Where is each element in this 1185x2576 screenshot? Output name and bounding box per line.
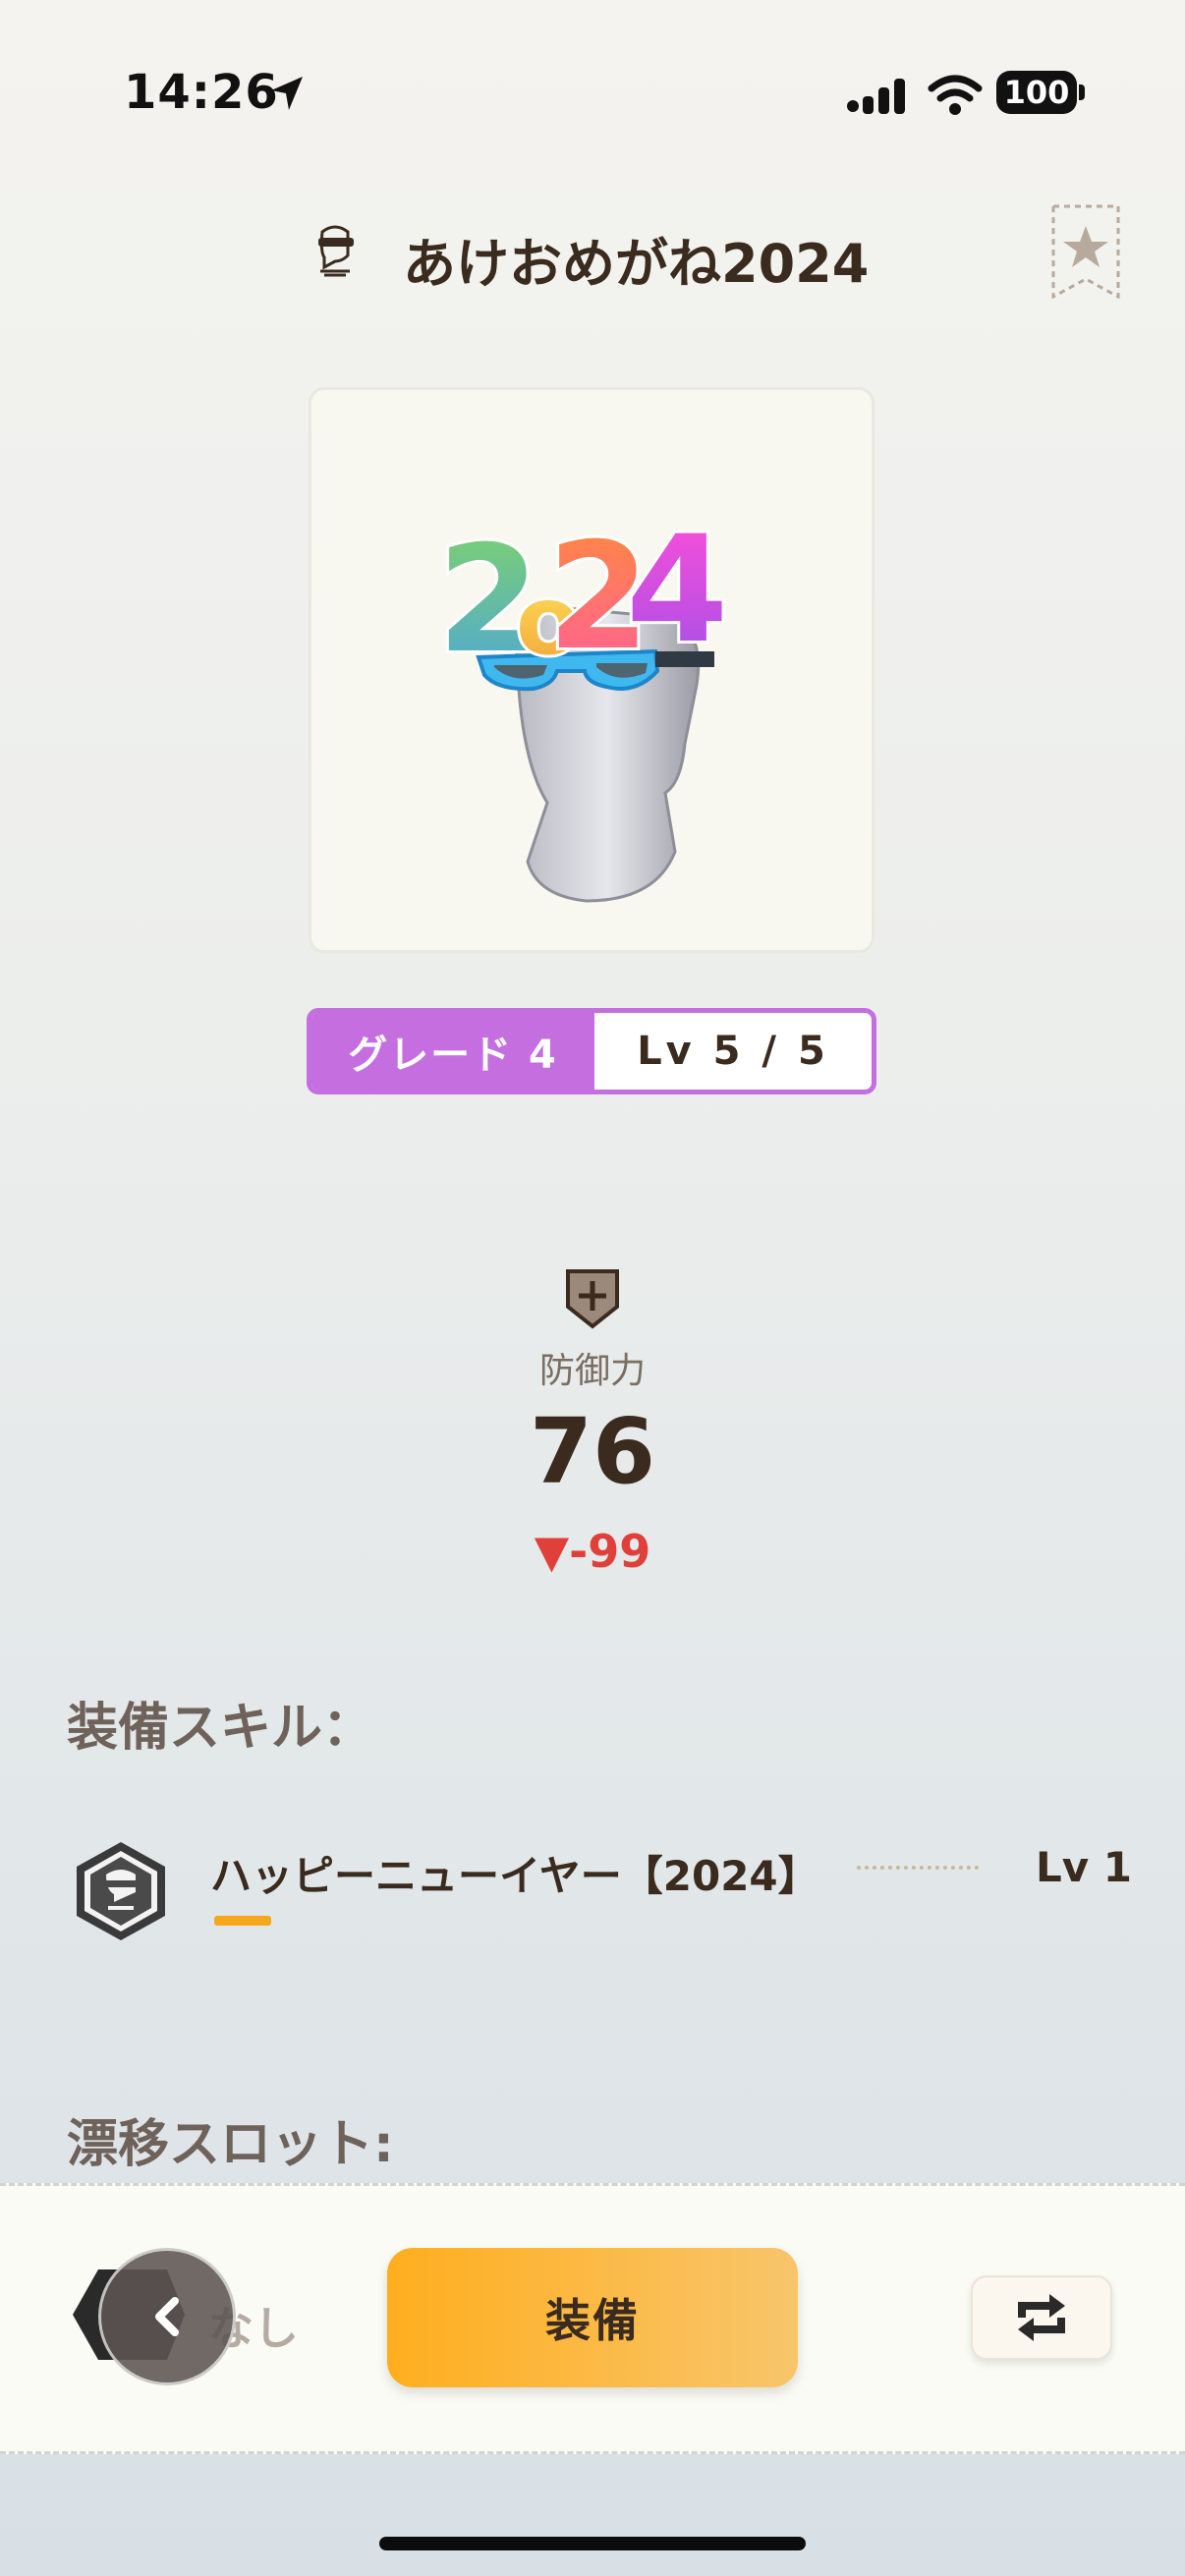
status-time: 14:26 — [124, 65, 279, 120]
level-label: Lv 5 / 5 — [637, 1029, 829, 1074]
skill-hexagon-badge-icon — [77, 1842, 165, 1940]
grade-label: グレード 4 — [311, 1013, 594, 1090]
stat-value: 76 — [529, 1399, 656, 1504]
swap-button[interactable] — [971, 2275, 1112, 2360]
grade-level-bar: グレード 4 Lv 5 / 5 — [307, 1008, 876, 1094]
equip-button[interactable]: 装備 — [387, 2248, 798, 2387]
slots-section-label: 漂移スロット: — [67, 2115, 394, 2174]
cellular-signal-icon — [847, 79, 905, 114]
item-image-card: 2 o 2 4 — [309, 387, 875, 953]
svg-text:4: 4 — [626, 505, 728, 676]
skill-level: Lv 1 — [1036, 1843, 1132, 1891]
page-title: あけおめがね2024 — [403, 233, 870, 295]
defense-shield-icon — [566, 1269, 619, 1329]
home-indicator[interactable] — [379, 2537, 806, 2550]
skill-underline — [214, 1916, 271, 1926]
back-button[interactable] — [98, 2248, 236, 2385]
swap-arrows-icon — [1018, 2294, 1065, 2341]
battery-icon: 100 — [996, 71, 1077, 114]
stat-label: 防御力 — [538, 1351, 646, 1391]
chevron-left-icon — [155, 2297, 179, 2336]
battery-tip — [1079, 84, 1085, 100]
stat-diff: ▼-99 — [534, 1525, 651, 1578]
wifi-icon — [928, 75, 983, 115]
glasses-head-icon — [318, 225, 354, 277]
location-arrow-icon — [271, 77, 303, 110]
item-image: 2 o 2 4 — [434, 502, 731, 903]
skill-name: ハッピーニューイヤー【2024】 — [210, 1852, 819, 1900]
star-bookmark-icon[interactable] — [1051, 204, 1120, 299]
skills-section-label: 装備スキル： — [67, 1699, 374, 1758]
skill-leader-dots — [857, 1866, 979, 1870]
